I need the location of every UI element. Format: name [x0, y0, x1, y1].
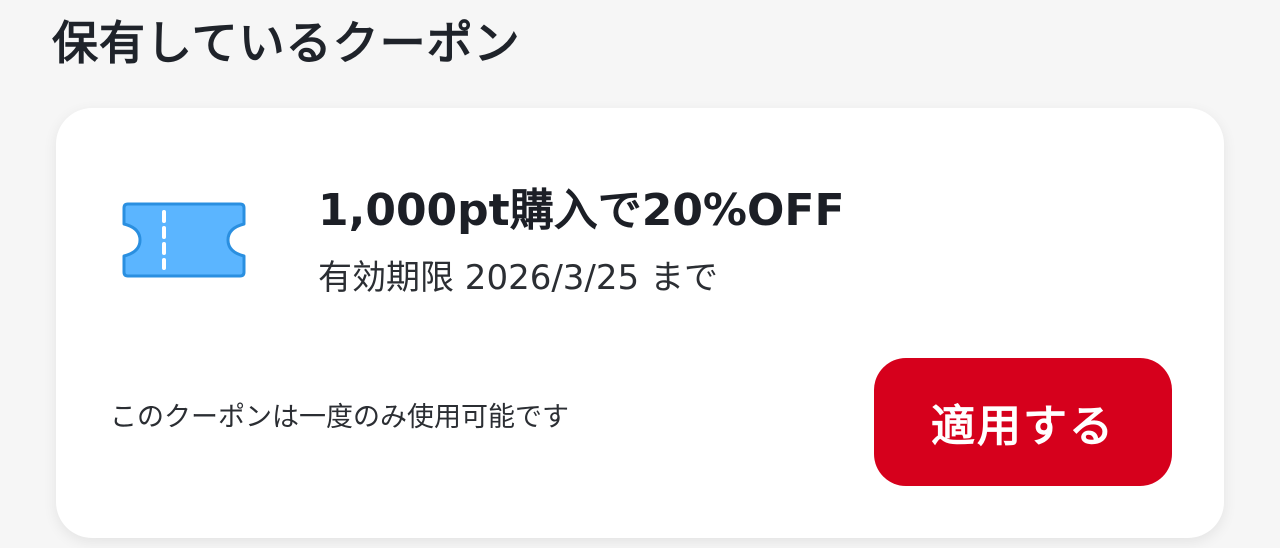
apply-coupon-button[interactable]: 適用する — [874, 358, 1172, 486]
ticket-icon — [120, 200, 248, 280]
coupon-usage-note: このクーポンは一度のみ使用可能です — [110, 402, 569, 433]
coupon-expiry-date: 有効期限 2026/3/25 まで — [318, 258, 718, 298]
coupon-card: 1,000pt購入で20%OFF 有効期限 2026/3/25 まで このクーポ… — [56, 108, 1224, 538]
coupon-title: 1,000pt購入で20%OFF — [318, 185, 845, 236]
section-title: 保有しているクーポン — [52, 16, 521, 70]
